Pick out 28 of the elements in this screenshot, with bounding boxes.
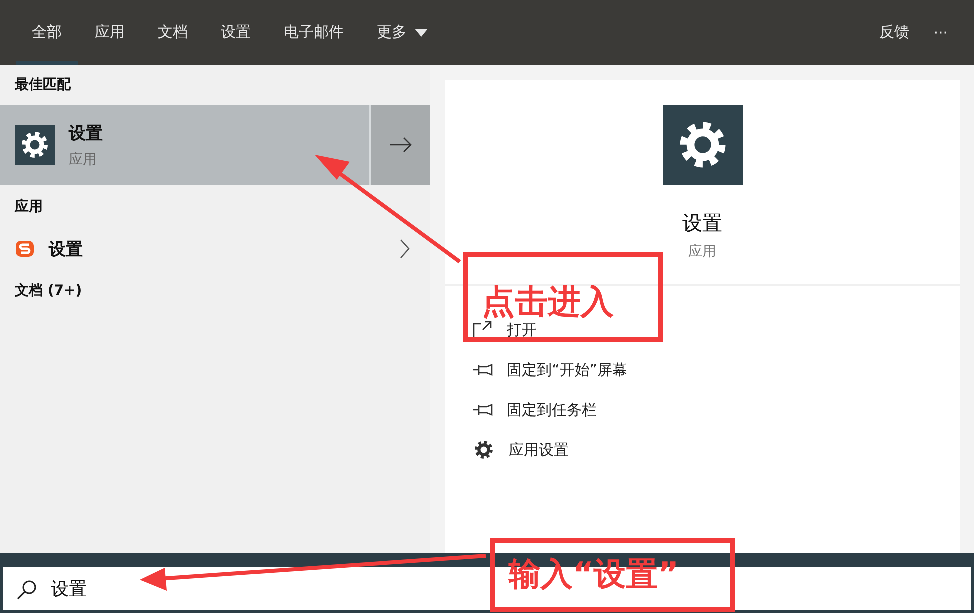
result-title[interactable]: 设置 bbox=[49, 238, 386, 260]
chevron-right-icon[interactable] bbox=[400, 239, 410, 259]
caret-icon bbox=[415, 28, 428, 36]
tab[interactable]: 设置 bbox=[205, 0, 267, 65]
annotation-label: 输入“设置” bbox=[490, 538, 735, 612]
action-item[interactable]: 应用设置 bbox=[473, 430, 960, 470]
tab[interactable]: 文档 bbox=[142, 0, 204, 65]
preview-subtitle: 应用 bbox=[688, 243, 716, 261]
open-external-icon bbox=[473, 321, 493, 339]
more-button[interactable]: ··· bbox=[922, 24, 960, 42]
search-icon bbox=[17, 580, 37, 600]
section-heading: 文档 (7+) bbox=[14, 282, 84, 301]
pin-icon bbox=[473, 404, 493, 416]
result-subtitle: 应用 bbox=[69, 150, 98, 168]
feedback-button[interactable]: 反馈 bbox=[868, 23, 922, 42]
action-item[interactable]: 固定到“开始”屏幕 bbox=[473, 350, 960, 390]
section-heading: 应用 bbox=[14, 198, 44, 217]
settings-icon bbox=[473, 439, 495, 461]
tab[interactable]: 更多 bbox=[361, 0, 444, 65]
preview-title: 设置 bbox=[682, 210, 722, 237]
tab[interactable]: 应用 bbox=[79, 0, 141, 65]
app-logo-icon bbox=[15, 239, 35, 259]
section-heading: 最佳匹配 bbox=[14, 76, 72, 95]
result-title: 设置 bbox=[69, 122, 103, 144]
tab[interactable]: 电子邮件 bbox=[268, 0, 360, 65]
right-arrow-icon[interactable] bbox=[390, 137, 412, 153]
pin-icon bbox=[473, 364, 493, 376]
action-item[interactable]: 固定到任务栏 bbox=[473, 390, 960, 430]
